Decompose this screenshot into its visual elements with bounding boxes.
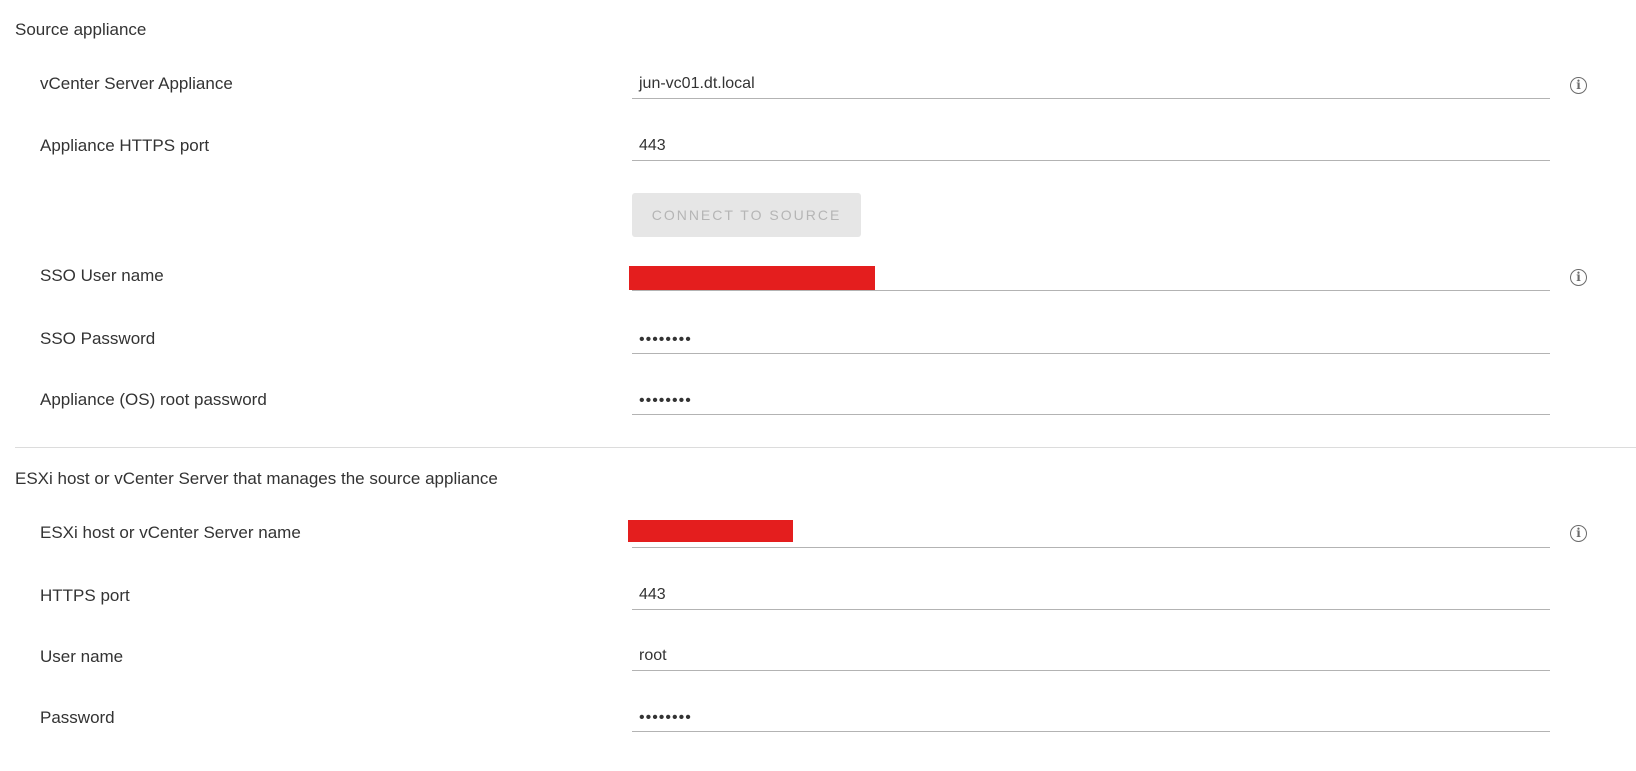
host-https-port-input[interactable]: 443 [632,584,1550,610]
password-input[interactable]: •••••••• [632,706,1550,732]
info-icon[interactable]: i [1570,269,1587,286]
sso-password-label: SSO Password [40,329,156,348]
user-name-input[interactable]: root [632,645,1550,671]
host-https-port-value: 443 [639,586,666,603]
vcsa-value: jun-vc01.dt.local [639,75,755,92]
https-port-label: Appliance HTTPS port [40,136,210,155]
section-divider [15,447,1636,448]
redaction-box [628,520,793,542]
root-password-input[interactable]: •••••••• [632,389,1550,415]
sso-password-input[interactable]: •••••••• [632,328,1550,354]
user-name-value: root [639,647,667,664]
root-password-value: •••••••• [639,392,692,409]
connect-to-source-button[interactable]: CONNECT TO SOURCE [632,193,861,237]
section-title-source: Source appliance [15,20,147,39]
https-port-value: 443 [639,137,666,154]
root-password-label: Appliance (OS) root password [40,390,267,409]
sso-user-label: SSO User name [40,266,164,285]
info-icon[interactable]: i [1570,525,1587,542]
info-icon[interactable]: i [1570,77,1587,94]
password-value: •••••••• [639,709,692,726]
vcsa-label: vCenter Server Appliance [40,74,233,93]
https-port-input[interactable]: 443 [632,135,1550,161]
host-name-label: ESXi host or vCenter Server name [40,523,301,542]
vcsa-input[interactable]: jun-vc01.dt.local [632,73,1550,99]
redaction-box [629,266,875,290]
user-name-label: User name [40,647,124,666]
section-title-host: ESXi host or vCenter Server that manages… [15,469,498,488]
sso-password-value: •••••••• [639,331,692,348]
password-label: Password [40,708,115,727]
host-https-port-label: HTTPS port [40,586,130,605]
